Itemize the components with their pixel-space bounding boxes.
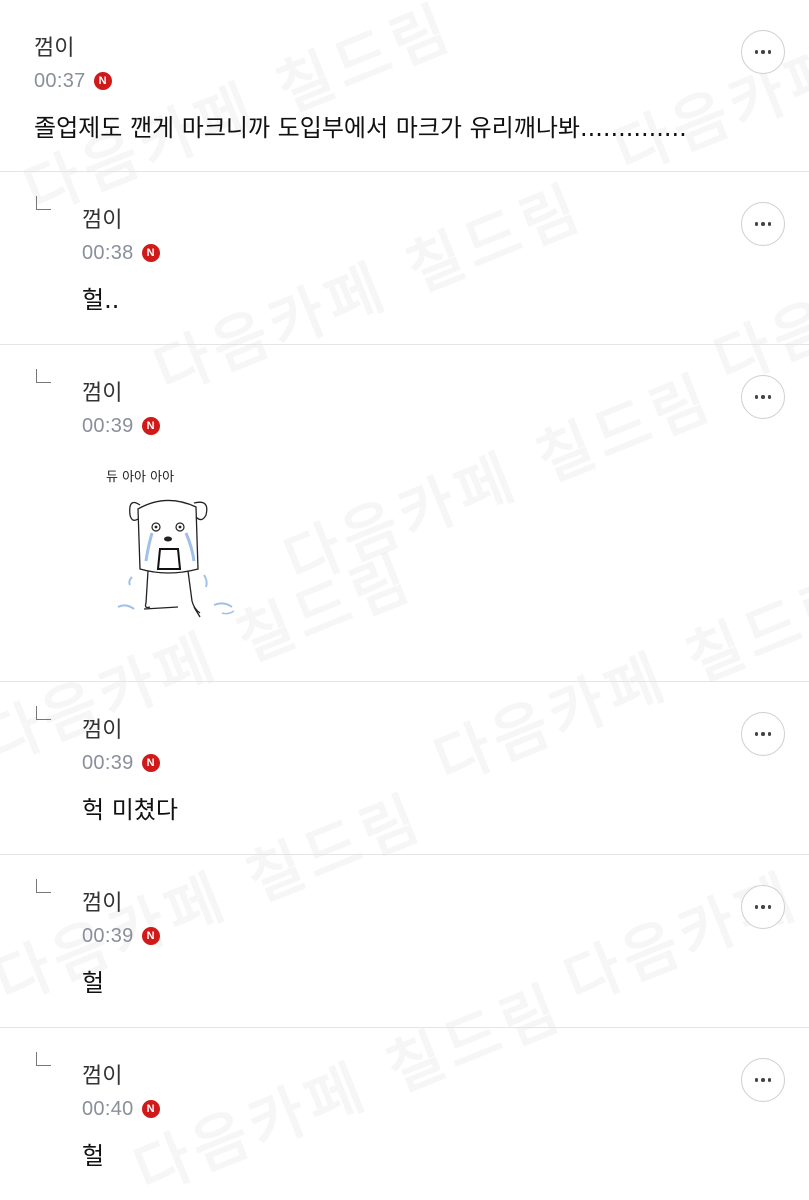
more-options-button[interactable]	[741, 712, 785, 756]
reply-item: 껌이 00:39 N 헉 미쳤다	[0, 682, 809, 855]
comment-time: 00:38	[82, 241, 134, 264]
new-badge-icon: N	[141, 244, 160, 262]
comment-text: 헉 미쳤다	[82, 796, 178, 824]
new-badge-icon: N	[141, 754, 160, 772]
reply-item: 껌이 00:39 N 듀 아아 아아	[0, 345, 809, 682]
more-dot-icon	[767, 732, 772, 736]
comment-time: 00:37	[34, 69, 86, 92]
crying-dog-drawing-icon[interactable]: 듀 아아 아아	[82, 457, 235, 627]
comment-time: 00:39	[82, 414, 134, 437]
more-dot-icon	[754, 905, 759, 909]
crying-dog-svg: 듀 아아 아아	[106, 470, 235, 618]
reply-arrow-icon	[36, 1052, 51, 1066]
comment-meta: 00:37 N	[34, 68, 809, 94]
more-dot-icon	[761, 732, 765, 736]
more-options-button[interactable]	[741, 202, 785, 246]
comment-meta: 00:39 N	[82, 413, 809, 439]
comment-text: 헐..	[82, 286, 120, 314]
more-dot-icon	[754, 732, 759, 736]
more-dot-icon	[761, 222, 765, 226]
comment-meta: 00:38 N	[82, 240, 809, 266]
new-badge-icon: N	[141, 417, 160, 435]
comment-time: 00:39	[82, 924, 134, 947]
more-dot-icon	[754, 395, 759, 399]
more-dot-icon	[761, 50, 765, 54]
more-dot-icon	[767, 222, 772, 226]
comment-author[interactable]: 껌이	[82, 889, 809, 919]
more-dot-icon	[767, 50, 772, 54]
more-options-button[interactable]	[741, 885, 785, 929]
reply-arrow-icon	[36, 369, 51, 383]
more-dot-icon	[767, 1078, 772, 1082]
comment-author[interactable]: 껌이	[82, 716, 809, 746]
comment-author[interactable]: 껌이	[82, 379, 809, 409]
more-options-button[interactable]	[741, 1058, 785, 1102]
more-dot-icon	[767, 905, 772, 909]
comment-text: 헐	[82, 1142, 105, 1170]
reply-arrow-icon	[36, 196, 51, 210]
more-dot-icon	[754, 1078, 759, 1082]
more-options-button[interactable]	[741, 375, 785, 419]
reply-arrow-icon	[36, 879, 51, 893]
more-dot-icon	[761, 395, 765, 399]
comment-text: 헐	[82, 969, 105, 997]
new-badge-icon: N	[141, 927, 160, 945]
comment-author[interactable]: 껌이	[82, 1062, 809, 1092]
comment-meta: 00:39 N	[82, 923, 809, 949]
reply-item: 껌이 00:38 N 헐..	[0, 172, 809, 345]
new-badge-icon: N	[141, 1100, 160, 1118]
comment-text: 졸업제도 깬게 마크니까 도입부에서 마크가 유리깨나봐............…	[34, 114, 687, 142]
comment-time: 00:40	[82, 1097, 134, 1120]
comment-meta: 00:39 N	[82, 750, 809, 776]
more-dot-icon	[754, 222, 759, 226]
comment-author[interactable]: 껌이	[82, 206, 809, 236]
more-dot-icon	[761, 1078, 765, 1082]
new-badge-icon: N	[93, 72, 112, 90]
reply-arrow-icon	[36, 706, 51, 720]
more-dot-icon	[767, 395, 772, 399]
more-dot-icon	[761, 905, 765, 909]
comment-meta: 00:40 N	[82, 1096, 809, 1122]
comment-author[interactable]: 껌이	[34, 34, 809, 64]
reply-item: 껌이 00:40 N 헐	[0, 1028, 809, 1200]
comment-item: 껌이 00:37 N 졸업제도 깬게 마크니까 도입부에서 마크가 유리깨나봐.…	[0, 0, 809, 172]
comment-thread: 껌이 00:37 N 졸업제도 깬게 마크니까 도입부에서 마크가 유리깨나봐.…	[0, 0, 809, 1200]
reply-item: 껌이 00:39 N 헐	[0, 855, 809, 1028]
comment-time: 00:39	[82, 751, 134, 774]
more-dot-icon	[754, 50, 759, 54]
more-options-button[interactable]	[741, 30, 785, 74]
drawing-caption: 듀 아아 아아	[106, 470, 174, 485]
